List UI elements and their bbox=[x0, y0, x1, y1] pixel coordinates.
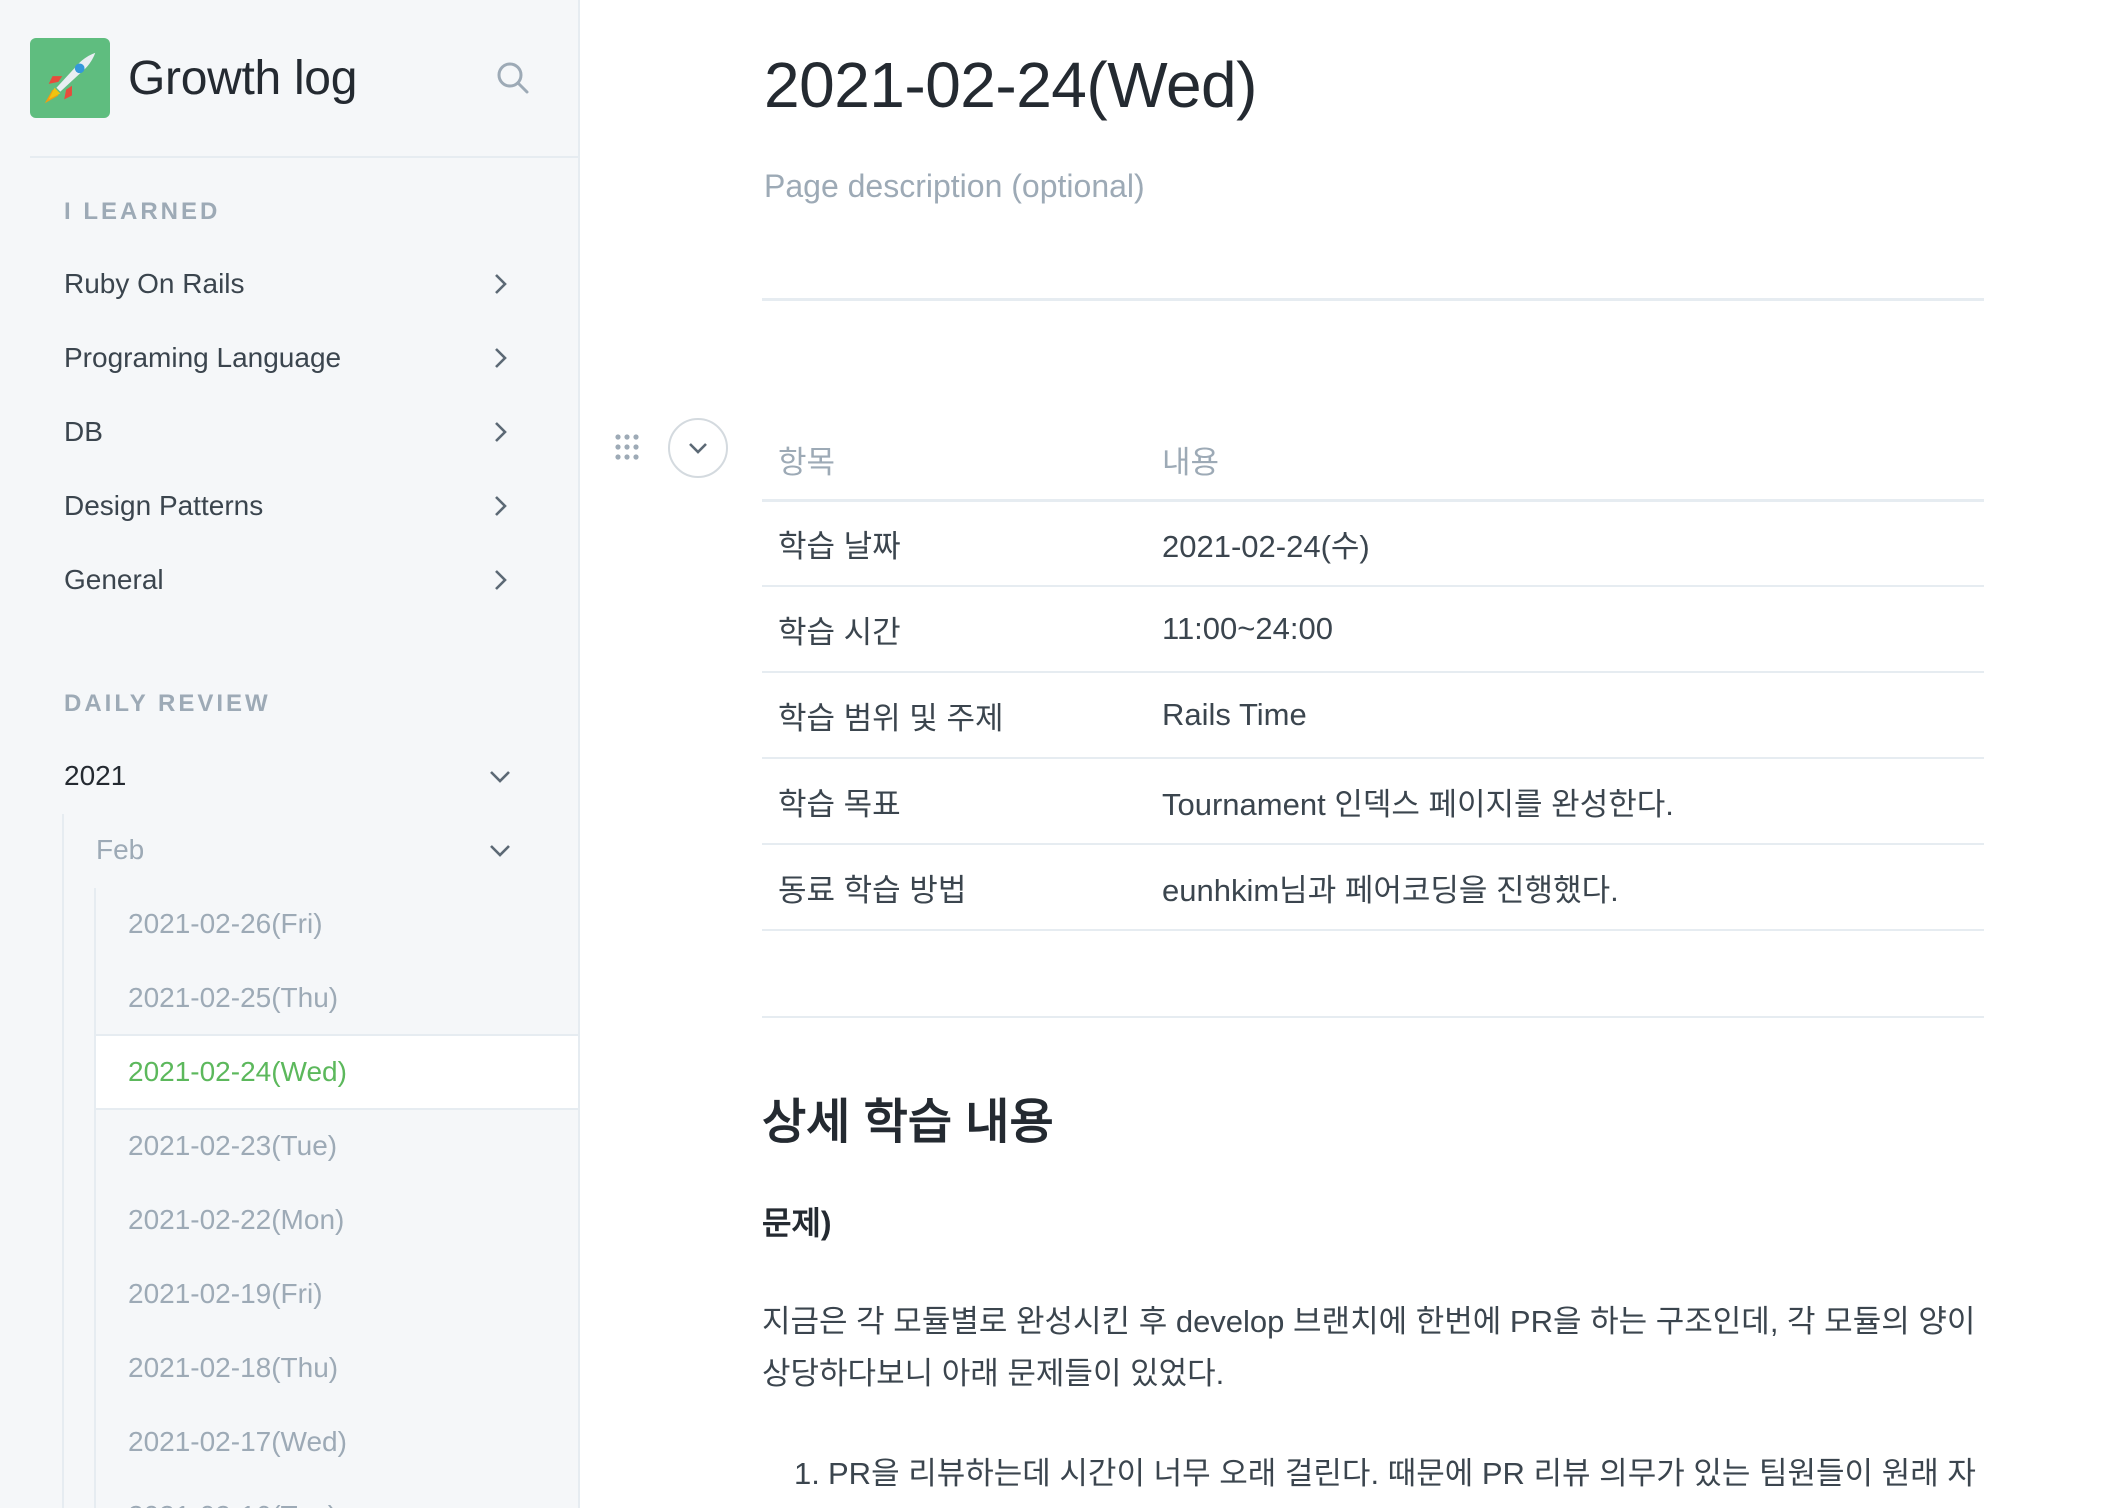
chevron-down-icon bbox=[689, 443, 707, 454]
table-header-row: 항목 내용 bbox=[762, 420, 1984, 502]
brand-title: Growth log bbox=[128, 51, 358, 105]
sidebar-item-label: 2021-02-17(Wed) bbox=[128, 1426, 347, 1457]
section-title-learned: I LEARNED bbox=[64, 198, 221, 225]
table-row: 학습 시간 11:00~24:00 bbox=[762, 586, 1984, 673]
sidebar-item-label: 2021-02-24(Wed) bbox=[128, 1056, 347, 1087]
divider bbox=[30, 156, 578, 158]
divider bbox=[762, 1016, 1984, 1018]
subheading: 문제) bbox=[762, 1205, 832, 1241]
sidebar-item-label: Ruby On Rails bbox=[64, 268, 245, 299]
sidebar-item-day[interactable]: 2021-02-22(Mon) bbox=[96, 1184, 578, 1256]
table-row: 학습 날짜 2021-02-24(수) bbox=[762, 500, 1984, 587]
sidebar-item-day[interactable]: 2021-02-16(Tue) bbox=[96, 1480, 578, 1508]
sidebar-item-programing-language[interactable]: Programing Language bbox=[30, 326, 550, 390]
page-description-field[interactable]: Page description (optional) bbox=[764, 168, 1145, 205]
chevron-right-icon bbox=[495, 422, 507, 442]
sidebar-item-day[interactable]: 2021-02-23(Tue) bbox=[96, 1110, 578, 1182]
sidebar-item-month-feb[interactable]: Feb bbox=[64, 818, 550, 882]
chevron-right-icon bbox=[495, 348, 507, 368]
sidebar-item-db[interactable]: DB bbox=[30, 400, 550, 464]
list-number: 1. bbox=[794, 1456, 820, 1491]
info-table: 항목 내용 학습 날짜 2021-02-24(수) 학습 시간 11:00~24… bbox=[762, 420, 1984, 931]
sidebar-item-label: General bbox=[64, 564, 164, 595]
list-item-text: PR을 리뷰하는데 시간이 너무 오래 걸린다. 때문에 PR 리뷰 의무가 있… bbox=[828, 1456, 1976, 1491]
table-row: 학습 목표 Tournament 인덱스 페이지를 완성한다. bbox=[762, 758, 1984, 845]
section-title-daily-review: DAILY REVIEW bbox=[64, 690, 271, 717]
sidebar-item-day-active[interactable]: 2021-02-24(Wed) bbox=[96, 1034, 578, 1110]
sidebar-item-label: 2021-02-18(Thu) bbox=[128, 1352, 339, 1383]
chevron-down-icon bbox=[490, 771, 510, 783]
section-heading: 상세 학습 내용 bbox=[762, 1096, 1054, 1149]
sidebar-item-day[interactable]: 2021-02-18(Thu) bbox=[96, 1332, 578, 1404]
sidebar-item-label: 2021-02-22(Mon) bbox=[128, 1204, 345, 1235]
table-cell[interactable]: 학습 시간 bbox=[762, 586, 1146, 673]
list-item: 1. PR을 리뷰하는데 시간이 너무 오래 걸린다. 때문에 PR 리뷰 의무… bbox=[794, 1448, 1990, 1508]
main-content: 2021-02-24(Wed) Page description (option… bbox=[582, 0, 2128, 1508]
sidebar-item-design-patterns[interactable]: Design Patterns bbox=[30, 474, 550, 538]
table-cell[interactable]: 학습 날짜 bbox=[762, 500, 1146, 587]
table-row: 학습 범위 및 주제 Rails Time bbox=[762, 672, 1984, 759]
search-icon[interactable] bbox=[493, 58, 533, 98]
table-cell[interactable]: 2021-02-24(수) bbox=[1146, 500, 1984, 587]
chevron-right-icon bbox=[495, 570, 507, 590]
table-cell[interactable]: eunhkim님과 페어코딩을 진행했다. bbox=[1146, 844, 1984, 931]
sidebar-item-label: 2021-02-26(Fri) bbox=[128, 908, 323, 939]
sidebar-item-label: 2021-02-25(Thu) bbox=[128, 982, 339, 1013]
sidebar-item-label: Programing Language bbox=[64, 342, 342, 373]
table-cell[interactable]: 학습 목표 bbox=[762, 758, 1146, 845]
table-cell[interactable]: Rails Time bbox=[1146, 672, 1984, 759]
rocket-icon bbox=[30, 38, 110, 118]
paragraph: 지금은 각 모듈별로 완성시킨 후 develop 브랜치에 한번에 PR을 하… bbox=[762, 1304, 1976, 1391]
sidebar-item-ruby-on-rails[interactable]: Ruby On Rails bbox=[30, 252, 550, 316]
sidebar-item-label: 2021-02-23(Tue) bbox=[128, 1130, 338, 1161]
chevron-right-icon bbox=[495, 274, 507, 294]
divider bbox=[762, 298, 1984, 301]
table-header-cell: 내용 bbox=[1146, 420, 1984, 502]
sidebar-item-day[interactable]: 2021-02-19(Fri) bbox=[96, 1258, 578, 1330]
sidebar-item-day[interactable]: 2021-02-26(Fri) bbox=[96, 888, 578, 960]
sidebar-item-label: Design Patterns bbox=[64, 490, 264, 521]
sidebar-item-day[interactable]: 2021-02-17(Wed) bbox=[96, 1406, 578, 1478]
table-cell[interactable]: Tournament 인덱스 페이지를 완성한다. bbox=[1146, 758, 1984, 845]
brand[interactable]: Growth log bbox=[30, 38, 357, 118]
sidebar-item-day[interactable]: 2021-02-25(Thu) bbox=[96, 962, 578, 1034]
sidebar-item-label: 2021-02-16(Tue) bbox=[128, 1500, 337, 1508]
sidebar-item-general[interactable]: General bbox=[30, 548, 550, 612]
sidebar-item-label: 2021-02-19(Fri) bbox=[128, 1278, 323, 1309]
table-cell[interactable]: 학습 범위 및 주제 bbox=[762, 672, 1146, 759]
sidebar-item-year-2021[interactable]: 2021 bbox=[30, 744, 550, 808]
page-title[interactable]: 2021-02-24(Wed) bbox=[764, 48, 1257, 122]
chevron-down-icon bbox=[490, 845, 510, 857]
sidebar-item-label: Feb bbox=[96, 834, 145, 865]
sidebar-item-label: DB bbox=[64, 416, 103, 447]
table-cell[interactable]: 11:00~24:00 bbox=[1146, 586, 1984, 673]
sidebar-item-label: 2021 bbox=[64, 760, 127, 791]
sidebar: Growth log I LEARNED Ruby On Rails Progr… bbox=[0, 0, 580, 1508]
collapse-block-button[interactable] bbox=[668, 418, 728, 478]
tree-guide-line bbox=[62, 814, 64, 1508]
chevron-right-icon bbox=[495, 496, 507, 516]
table-header-cell: 항목 bbox=[762, 420, 1146, 502]
table-cell[interactable]: 동료 학습 방법 bbox=[762, 844, 1146, 931]
drag-handle-icon[interactable] bbox=[612, 432, 642, 462]
table-row: 동료 학습 방법 eunhkim님과 페어코딩을 진행했다. bbox=[762, 844, 1984, 931]
